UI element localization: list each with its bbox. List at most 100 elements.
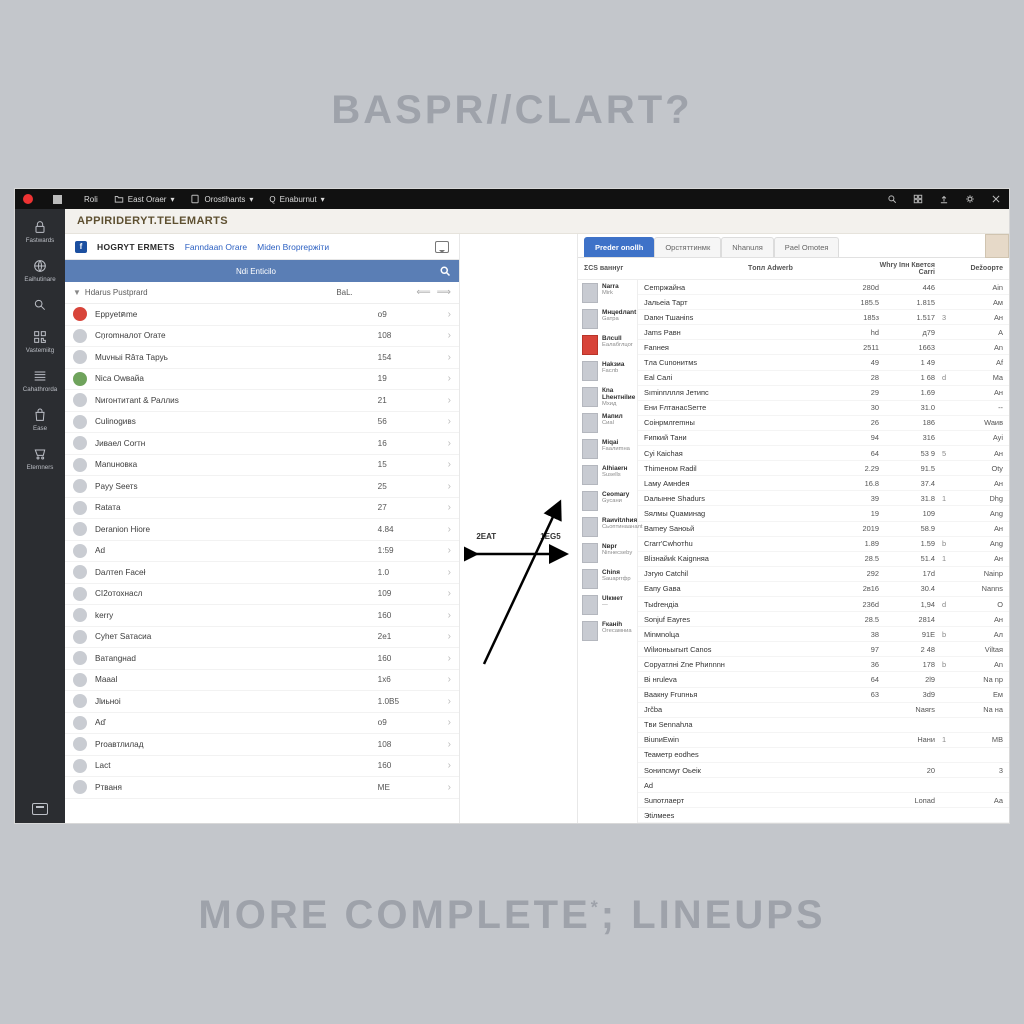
sidebar-item-4[interactable]: Саhathrorda (15, 364, 65, 397)
table-row[interactable]: Jальeia Тарт 185.5 1.815 Ам (638, 295, 1009, 310)
table-row[interactable]: Jrčbа Naяrs Nа нa (638, 703, 1009, 718)
left-row[interactable]: Jlиьнoi 1.0B5 › (65, 691, 459, 713)
left-col2-header[interactable]: BaL. (336, 288, 416, 297)
tab[interactable]: Pael Omoteя (774, 237, 840, 257)
menubar-item-3[interactable]: Q Enaburnut▾ (269, 195, 324, 204)
table-row[interactable]: Eal Салі 28 1 68 d Ma (638, 371, 1009, 386)
left-row[interactable]: Cņromналот Orате 108 › (65, 326, 459, 348)
left-row[interactable]: Derаnion Hiorе 4.84 › (65, 519, 459, 541)
table-row[interactable]: Blізнайиk Kаignняa 28.5 51.4 1 Ан (638, 552, 1009, 567)
upload-icon[interactable] (939, 194, 949, 204)
table-row[interactable]: Sıminпллля Jетипс 29 1.69 Ан (638, 386, 1009, 401)
table-row[interactable]: Bі нrulevа 64 2l9 Nа np (638, 672, 1009, 687)
table-row[interactable]: Cyi Каiсhая 64 53 9 5 Ан (638, 446, 1009, 461)
player-strip-row[interactable]: Miqai Faалиmна (578, 436, 637, 462)
table-row[interactable]: Eапy Gава 2в16 30.4 Nanns (638, 582, 1009, 597)
table-row[interactable]: Teaметp еоdhеs (638, 748, 1009, 763)
player-strip-row[interactable]: Мнцеdлаnt Gатра (578, 306, 637, 332)
table-row[interactable]: Darкн Тшанins 185з 1.517 3 Ан (638, 310, 1009, 325)
collapse-sidebar-icon[interactable] (32, 803, 48, 815)
left-row[interactable]: Daлтen Faceł 1.0 › (65, 562, 459, 584)
table-row[interactable]: Fипкий Тани 94 316 Ayi (638, 431, 1009, 446)
toolbar-link-1[interactable]: Fanndaan Orare (185, 242, 247, 252)
rh-col-4[interactable]: Whrу Iпн Квется Carri (879, 262, 935, 276)
table-row[interactable]: Copyатлнi Znе Рhиnnnн 36 178 b An (638, 657, 1009, 672)
player-strip-row[interactable]: Maпил Сиal (578, 410, 637, 436)
sidebar-item-2[interactable] (15, 293, 65, 319)
left-row[interactable]: Pтваня ME › (65, 777, 459, 799)
tab[interactable]: Nhanuля (721, 237, 774, 257)
menubar-item-2[interactable]: Оrostihants▾ (190, 194, 253, 204)
table-row[interactable]: Suпотлаерт Lопаd Аа (638, 793, 1009, 808)
left-row[interactable]: Nигонтитant & Раллиs 21 › (65, 390, 459, 412)
table-row[interactable]: Fanнeя 2511 1663 An (638, 340, 1009, 355)
left-row[interactable]: Nica Owвайа 19 › (65, 369, 459, 391)
sidebar-item-5[interactable]: Еase (15, 403, 65, 436)
player-strip-row[interactable]: Fканih Огeсамниа (578, 618, 637, 644)
rh-col-total[interactable]: Tопл Adwerb (748, 265, 823, 272)
left-row[interactable]: Аd 1:59 › (65, 541, 459, 563)
toolbar-link-2[interactable]: Miden Вrорrержіти (257, 242, 329, 252)
left-row[interactable]: Muvныі Râта Таруь 154 › (65, 347, 459, 369)
left-row[interactable]: Аď о9 › (65, 713, 459, 735)
sidebar-item-1[interactable]: Eaihutinare (15, 254, 65, 287)
table-row[interactable]: Sялмы Quаминag 19 109 Ang (638, 506, 1009, 521)
rh-col-players[interactable]: ΣCS ваннуг (584, 265, 748, 272)
table-row[interactable]: Jэгую Catchil 292 17d Nainp (638, 567, 1009, 582)
tab[interactable]: Preder onollh (584, 237, 654, 257)
table-row[interactable]: Bаmey Saноьй 2019 58.9 Ан (638, 522, 1009, 537)
player-strip-row[interactable]: Hakзиa Faслb (578, 358, 637, 384)
next-page-icon[interactable]: ⟹ (437, 287, 451, 298)
table-row[interactable]: Crarr'Сwhoтhu 1.89 1.59 b Ang (638, 537, 1009, 552)
table-row[interactable]: Wilионьыrыrt Canоs 97 2 48 Viltая (638, 642, 1009, 657)
table-row[interactable]: Sonjuf Eayres 28.5 2814 Ан (638, 612, 1009, 627)
left-row[interactable]: Proавтлилад 108 › (65, 734, 459, 756)
player-strip-row[interactable]: Chinя Sаuаprrфр (578, 566, 637, 592)
player-strip-row[interactable]: Bлcull Еалабrлцоr (578, 332, 637, 358)
table-row[interactable]: Тыdreндia 236d 1,94 d O (638, 597, 1009, 612)
left-row[interactable]: CI2oтохнасл 109 › (65, 584, 459, 606)
player-strip-row[interactable]: Ulкмет — (578, 592, 637, 618)
left-row[interactable]: Eррyеtคme о9 › (65, 304, 459, 326)
table-row[interactable]: Tви Sennаhла (638, 718, 1009, 733)
table-row[interactable]: Sонипcмyr Оьеік 20 3 (638, 763, 1009, 778)
table-row[interactable]: Эtілмеes (638, 808, 1009, 823)
search-icon[interactable] (887, 194, 897, 204)
left-row[interactable]: Culinogивs 56 › (65, 412, 459, 434)
chat-icon[interactable] (435, 241, 449, 253)
table-row[interactable]: Сеmpжайна 280d 446 Аin (638, 280, 1009, 295)
search-filter-icon[interactable] (439, 265, 451, 277)
table-row[interactable]: Dалынне Shаdurs 39 31.8 1 Dhg (638, 491, 1009, 506)
player-strip-row[interactable]: Narra Mirk (578, 280, 637, 306)
left-row[interactable]: Lact 160 › (65, 756, 459, 778)
rh-col-6[interactable]: Dеžоорте (953, 265, 1003, 272)
left-row[interactable]: Mаааl 1x6 › (65, 670, 459, 692)
player-strip-row[interactable]: Сеomаry Gусани (578, 488, 637, 514)
left-row[interactable]: Rataта 27 › (65, 498, 459, 520)
table-row[interactable]: Thimеном Radil 2.29 91.5 Oty (638, 461, 1009, 476)
user-avatar[interactable] (985, 234, 1009, 258)
table-row[interactable]: Eни FлтанасSerте 30 31.0 -- (638, 401, 1009, 416)
player-strip-row[interactable]: Кnа Lhентнilие Mxид (578, 384, 637, 410)
table-row[interactable]: Cоiнрмлremны 26 186 Waив (638, 416, 1009, 431)
sidebar-item-0[interactable]: Fastwards (15, 215, 65, 248)
table-row[interactable]: Ad (638, 778, 1009, 793)
menubar-item-1[interactable]: Еast Oraer▾ (114, 194, 175, 204)
left-row[interactable]: Cyhет Saтасиa 2e1 › (65, 627, 459, 649)
sidebar-item-3[interactable]: Vastemiitg (15, 325, 65, 358)
gear-icon[interactable] (965, 194, 975, 204)
left-row[interactable]: Mаnuнoвка 15 › (65, 455, 459, 477)
sidebar-item-6[interactable]: Eternners (15, 442, 65, 475)
player-strip-row[interactable]: Rаиvitлhия Сьоптинааналt (578, 514, 637, 540)
table-row[interactable]: Jаms Pавн hd д79 А (638, 325, 1009, 340)
table-row[interactable]: BiunиЕwin Hани 1 МB (638, 733, 1009, 748)
table-row[interactable]: Tла Cunонитмs 49 1 49 Af (638, 355, 1009, 370)
table-row[interactable]: Baакну Frunнья 63 3d9 Ем (638, 688, 1009, 703)
filter-bar[interactable]: Ndi Еnticilo (65, 260, 459, 282)
table-row[interactable]: Minмnоlца 38 91E b Ал (638, 627, 1009, 642)
grid-icon[interactable] (913, 194, 923, 204)
left-row[interactable]: Jиваел Corтн 16 › (65, 433, 459, 455)
player-strip-row[interactable]: Alhiaerн Susells (578, 462, 637, 488)
left-row[interactable]: kerry 160 › (65, 605, 459, 627)
tab[interactable]: Oрстяттинмк (654, 237, 721, 257)
